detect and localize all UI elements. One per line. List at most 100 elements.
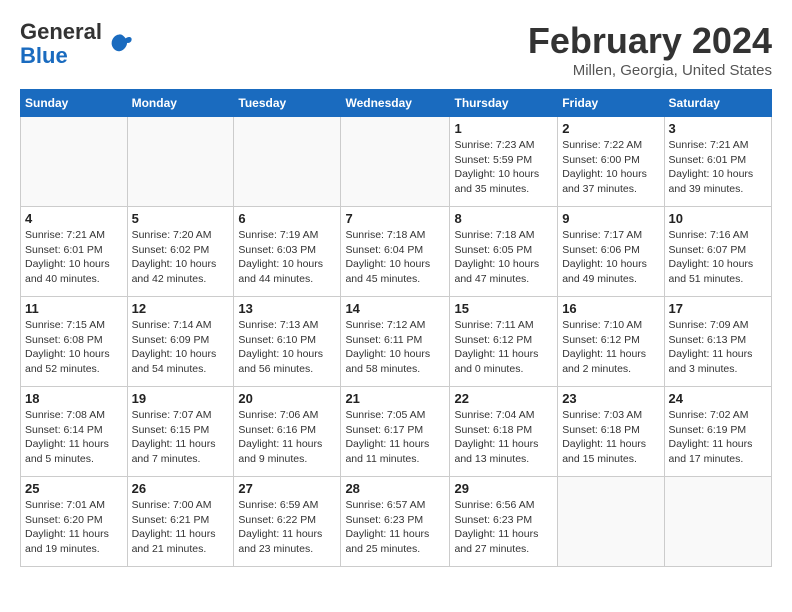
calendar-cell: 18 Sunrise: 7:08 AM Sunset: 6:14 PM Dayli… xyxy=(21,387,128,477)
calendar-cell xyxy=(664,477,771,567)
day-number: 21 xyxy=(345,391,445,406)
day-number: 27 xyxy=(238,481,336,496)
day-number: 23 xyxy=(562,391,659,406)
logo-blue: Blue xyxy=(20,43,68,68)
day-number: 12 xyxy=(132,301,230,316)
calendar-cell: 4 Sunrise: 7:21 AM Sunset: 6:01 PM Daylig… xyxy=(21,207,128,297)
day-info: Sunrise: 7:18 AM Sunset: 6:05 PM Dayligh… xyxy=(454,228,553,287)
calendar-cell: 3 Sunrise: 7:21 AM Sunset: 6:01 PM Daylig… xyxy=(664,117,771,207)
day-info: Sunrise: 7:23 AM Sunset: 5:59 PM Dayligh… xyxy=(454,138,553,197)
calendar-cell xyxy=(127,117,234,207)
weekday-header-thursday: Thursday xyxy=(450,90,558,117)
day-info: Sunrise: 7:19 AM Sunset: 6:03 PM Dayligh… xyxy=(238,228,336,287)
day-number: 16 xyxy=(562,301,659,316)
day-info: Sunrise: 6:57 AM Sunset: 6:23 PM Dayligh… xyxy=(345,498,445,557)
weekday-header-friday: Friday xyxy=(558,90,664,117)
day-number: 15 xyxy=(454,301,553,316)
day-number: 4 xyxy=(25,211,123,226)
logo-bird-icon xyxy=(105,30,133,58)
calendar-cell: 16Sunrise: 7:10 AM Sunset: 6:12 PM Dayli… xyxy=(558,297,664,387)
day-number: 9 xyxy=(562,211,659,226)
day-info: Sunrise: 7:08 AM Sunset: 6:14 PM Dayligh… xyxy=(25,408,123,467)
day-info: Sunrise: 7:21 AM Sunset: 6:01 PM Dayligh… xyxy=(669,138,767,197)
calendar-cell: 9 Sunrise: 7:17 AM Sunset: 6:06 PM Daylig… xyxy=(558,207,664,297)
title-block: February 2024 Millen, Georgia, United St… xyxy=(528,20,772,79)
calendar-cell: 6 Sunrise: 7:19 AM Sunset: 6:03 PM Daylig… xyxy=(234,207,341,297)
day-info: Sunrise: 7:09 AM Sunset: 6:13 PM Dayligh… xyxy=(669,318,767,377)
calendar-cell: 17 Sunrise: 7:09 AM Sunset: 6:13 PM Dayli… xyxy=(664,297,771,387)
calendar-cell: 8Sunrise: 7:18 AM Sunset: 6:05 PM Daylig… xyxy=(450,207,558,297)
day-info: Sunrise: 7:20 AM Sunset: 6:02 PM Dayligh… xyxy=(132,228,230,287)
day-number: 19 xyxy=(132,391,230,406)
calendar-cell xyxy=(234,117,341,207)
day-number: 3 xyxy=(669,121,767,136)
weekday-header-wednesday: Wednesday xyxy=(341,90,450,117)
location: Millen, Georgia, United States xyxy=(528,62,772,79)
day-info: Sunrise: 7:00 AM Sunset: 6:21 PM Dayligh… xyxy=(132,498,230,557)
day-number: 6 xyxy=(238,211,336,226)
calendar-week-row: 11 Sunrise: 7:15 AM Sunset: 6:08 PM Dayli… xyxy=(21,297,772,387)
day-info: Sunrise: 6:56 AM Sunset: 6:23 PM Dayligh… xyxy=(454,498,553,557)
day-number: 1 xyxy=(454,121,553,136)
day-info: Sunrise: 7:01 AM Sunset: 6:20 PM Dayligh… xyxy=(25,498,123,557)
day-info: Sunrise: 7:05 AM Sunset: 6:17 PM Dayligh… xyxy=(345,408,445,467)
calendar-cell: 5 Sunrise: 7:20 AM Sunset: 6:02 PM Daylig… xyxy=(127,207,234,297)
day-info: Sunrise: 7:04 AM Sunset: 6:18 PM Dayligh… xyxy=(454,408,553,467)
calendar-cell: 12 Sunrise: 7:14 AM Sunset: 6:09 PM Dayli… xyxy=(127,297,234,387)
calendar-cell: 22 Sunrise: 7:04 AM Sunset: 6:18 PM Dayli… xyxy=(450,387,558,477)
calendar-cell: 14 Sunrise: 7:12 AM Sunset: 6:11 PM Dayli… xyxy=(341,297,450,387)
day-number: 13 xyxy=(238,301,336,316)
calendar-cell: 2 Sunrise: 7:22 AM Sunset: 6:00 PM Daylig… xyxy=(558,117,664,207)
calendar-cell: 27Sunrise: 6:59 AM Sunset: 6:22 PM Dayli… xyxy=(234,477,341,567)
day-number: 26 xyxy=(132,481,230,496)
day-info: Sunrise: 7:18 AM Sunset: 6:04 PM Dayligh… xyxy=(345,228,445,287)
page-header: General Blue February 2024 Millen, Georg… xyxy=(20,20,772,79)
calendar-cell: 13Sunrise: 7:13 AM Sunset: 6:10 PM Dayli… xyxy=(234,297,341,387)
weekday-header-sunday: Sunday xyxy=(21,90,128,117)
calendar-cell: 26 Sunrise: 7:00 AM Sunset: 6:21 PM Dayli… xyxy=(127,477,234,567)
calendar-cell: 23 Sunrise: 7:03 AM Sunset: 6:18 PM Dayli… xyxy=(558,387,664,477)
calendar-cell: 24Sunrise: 7:02 AM Sunset: 6:19 PM Dayli… xyxy=(664,387,771,477)
day-info: Sunrise: 7:15 AM Sunset: 6:08 PM Dayligh… xyxy=(25,318,123,377)
day-info: Sunrise: 7:17 AM Sunset: 6:06 PM Dayligh… xyxy=(562,228,659,287)
day-info: Sunrise: 7:06 AM Sunset: 6:16 PM Dayligh… xyxy=(238,408,336,467)
day-number: 11 xyxy=(25,301,123,316)
weekday-header-monday: Monday xyxy=(127,90,234,117)
calendar-week-row: 4 Sunrise: 7:21 AM Sunset: 6:01 PM Daylig… xyxy=(21,207,772,297)
day-number: 25 xyxy=(25,481,123,496)
calendar-cell: 15 Sunrise: 7:11 AM Sunset: 6:12 PM Dayli… xyxy=(450,297,558,387)
logo-general: General xyxy=(20,19,102,44)
day-number: 18 xyxy=(25,391,123,406)
calendar-cell: 29Sunrise: 6:56 AM Sunset: 6:23 PM Dayli… xyxy=(450,477,558,567)
calendar-week-row: 1 Sunrise: 7:23 AM Sunset: 5:59 PM Daylig… xyxy=(21,117,772,207)
calendar-cell: 28 Sunrise: 6:57 AM Sunset: 6:23 PM Dayli… xyxy=(341,477,450,567)
day-info: Sunrise: 7:03 AM Sunset: 6:18 PM Dayligh… xyxy=(562,408,659,467)
calendar-cell: 25 Sunrise: 7:01 AM Sunset: 6:20 PM Dayli… xyxy=(21,477,128,567)
calendar-table: SundayMondayTuesdayWednesdayThursdayFrid… xyxy=(20,89,772,567)
day-number: 10 xyxy=(669,211,767,226)
weekday-header-saturday: Saturday xyxy=(664,90,771,117)
calendar-cell: 20 Sunrise: 7:06 AM Sunset: 6:16 PM Dayli… xyxy=(234,387,341,477)
calendar-cell: 10Sunrise: 7:16 AM Sunset: 6:07 PM Dayli… xyxy=(664,207,771,297)
day-info: Sunrise: 7:07 AM Sunset: 6:15 PM Dayligh… xyxy=(132,408,230,467)
logo: General Blue xyxy=(20,20,133,68)
day-number: 5 xyxy=(132,211,230,226)
day-info: Sunrise: 7:21 AM Sunset: 6:01 PM Dayligh… xyxy=(25,228,123,287)
day-info: Sunrise: 7:22 AM Sunset: 6:00 PM Dayligh… xyxy=(562,138,659,197)
day-number: 17 xyxy=(669,301,767,316)
day-number: 2 xyxy=(562,121,659,136)
calendar-cell xyxy=(558,477,664,567)
month-title: February 2024 xyxy=(528,20,772,62)
day-info: Sunrise: 7:11 AM Sunset: 6:12 PM Dayligh… xyxy=(454,318,553,377)
day-number: 20 xyxy=(238,391,336,406)
calendar-week-row: 25 Sunrise: 7:01 AM Sunset: 6:20 PM Dayli… xyxy=(21,477,772,567)
day-info: Sunrise: 7:14 AM Sunset: 6:09 PM Dayligh… xyxy=(132,318,230,377)
calendar-cell: 11 Sunrise: 7:15 AM Sunset: 6:08 PM Dayli… xyxy=(21,297,128,387)
day-info: Sunrise: 7:02 AM Sunset: 6:19 PM Dayligh… xyxy=(669,408,767,467)
day-number: 7 xyxy=(345,211,445,226)
calendar-cell: 1 Sunrise: 7:23 AM Sunset: 5:59 PM Daylig… xyxy=(450,117,558,207)
day-number: 28 xyxy=(345,481,445,496)
day-number: 22 xyxy=(454,391,553,406)
day-info: Sunrise: 7:12 AM Sunset: 6:11 PM Dayligh… xyxy=(345,318,445,377)
day-number: 14 xyxy=(345,301,445,316)
